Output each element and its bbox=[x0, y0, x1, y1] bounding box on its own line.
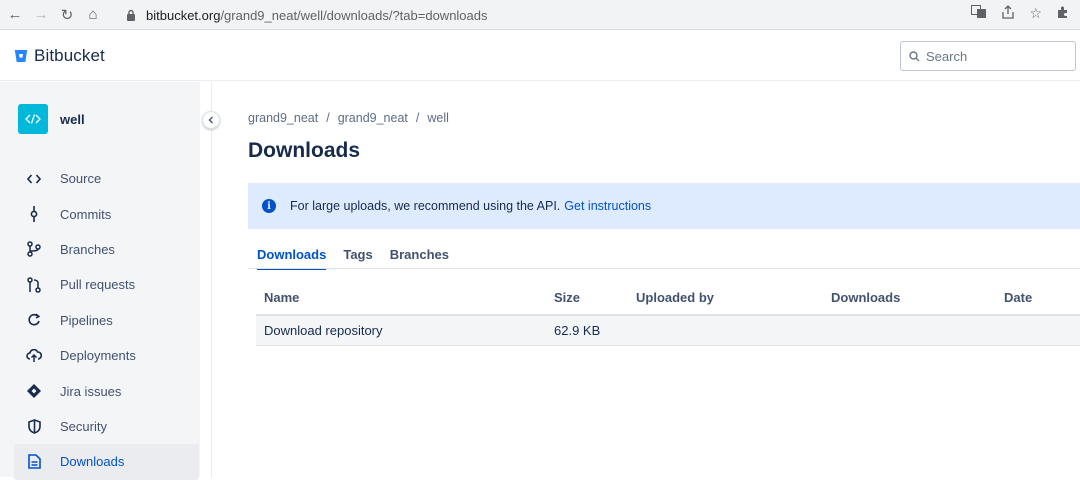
bitbucket-logo-icon bbox=[14, 49, 28, 62]
forward-icon[interactable]: → bbox=[30, 4, 52, 26]
downloads-icon bbox=[26, 454, 42, 470]
breadcrumb: grand9_neat / grand9_neat / well bbox=[248, 111, 449, 125]
deployments-icon bbox=[26, 348, 42, 364]
sidebar-item-label: Deployments bbox=[60, 348, 136, 364]
search-icon bbox=[909, 50, 920, 61]
sidebar-nav: Source Commits Branches Pull requests Pi… bbox=[14, 161, 199, 480]
downloads-table: Name Size Uploaded by Downloads Date Dow… bbox=[256, 280, 1080, 346]
commit-icon bbox=[26, 206, 42, 223]
sidebar-item-pipelines[interactable]: Pipelines bbox=[14, 303, 199, 338]
banner-text: For large uploads, we recommend using th… bbox=[290, 199, 561, 213]
sidebar-item-downloads[interactable]: Downloads bbox=[14, 444, 199, 480]
tab-tags[interactable]: Tags bbox=[343, 247, 372, 270]
sidebar-item-pull-requests[interactable]: Pull requests bbox=[14, 267, 199, 302]
back-icon[interactable]: ← bbox=[4, 4, 26, 26]
home-icon[interactable]: ⌂ bbox=[82, 4, 104, 26]
table-header: Name Size Uploaded by Downloads Date bbox=[256, 280, 1080, 316]
breadcrumb-separator: / bbox=[326, 111, 330, 125]
bitbucket-logo[interactable]: Bitbucket bbox=[14, 46, 105, 66]
breadcrumb-item[interactable]: grand9_neat bbox=[338, 111, 408, 125]
get-instructions-link[interactable]: Get instructions bbox=[564, 199, 651, 213]
bookmark-star-icon[interactable]: ☆ bbox=[1029, 5, 1042, 22]
table-row: Download repository 62.9 KB bbox=[256, 316, 1080, 346]
brand-name: Bitbucket bbox=[34, 45, 105, 65]
code-icon bbox=[25, 114, 41, 124]
collapse-sidebar-button[interactable] bbox=[202, 111, 220, 129]
info-icon: i bbox=[262, 199, 276, 213]
translate-icon[interactable] bbox=[971, 5, 987, 22]
sidebar-divider bbox=[211, 82, 212, 477]
breadcrumb-item[interactable]: grand9_neat bbox=[248, 111, 318, 125]
sidebar-item-deployments[interactable]: Deployments bbox=[14, 338, 199, 373]
sidebar-item-label: Jira issues bbox=[60, 383, 122, 399]
top-navigation: Bitbucket Search bbox=[0, 31, 1080, 81]
sidebar-item-branches[interactable]: Branches bbox=[14, 232, 199, 267]
extensions-icon[interactable] bbox=[1056, 5, 1070, 22]
info-banner: i For large uploads, we recommend using … bbox=[248, 183, 1080, 229]
jira-icon bbox=[26, 383, 42, 399]
file-size: 62.9 KB bbox=[554, 323, 601, 338]
sidebar-item-label: Downloads bbox=[60, 454, 125, 470]
shield-icon bbox=[26, 418, 42, 434]
column-header-name[interactable]: Name bbox=[264, 290, 299, 305]
reload-icon[interactable]: ↻ bbox=[56, 4, 78, 26]
breadcrumb-item[interactable]: well bbox=[427, 111, 449, 125]
column-header-date[interactable]: Date bbox=[1004, 290, 1032, 305]
search-input[interactable]: Search bbox=[900, 41, 1076, 71]
repo-name: well bbox=[60, 111, 85, 127]
browser-toolbar: ← → ↻ ⌂ bitbucket.org/grand9_neat/well/d… bbox=[0, 0, 1080, 30]
tabs-divider bbox=[248, 268, 1080, 269]
sidebar-item-label: Commits bbox=[60, 206, 112, 222]
tab-branches[interactable]: Branches bbox=[390, 247, 449, 270]
chevron-left-icon bbox=[208, 116, 213, 124]
share-icon[interactable] bbox=[1001, 5, 1015, 22]
search-placeholder: Search bbox=[926, 48, 968, 64]
url-host: bitbucket.org bbox=[146, 7, 221, 23]
sidebar-item-label: Branches bbox=[60, 241, 115, 257]
tab-downloads[interactable]: Downloads bbox=[257, 247, 327, 270]
column-header-uploaded-by[interactable]: Uploaded by bbox=[636, 290, 714, 305]
breadcrumb-separator: / bbox=[415, 111, 420, 125]
repo-avatar bbox=[18, 104, 48, 134]
pull-request-icon bbox=[26, 277, 42, 293]
url-path: /grand9_neat/well/downloads/?tab=downloa… bbox=[220, 7, 488, 23]
branch-icon bbox=[26, 241, 42, 258]
sidebar-item-label: Security bbox=[60, 418, 107, 434]
repo-header[interactable]: well bbox=[18, 104, 85, 134]
lock-icon bbox=[124, 8, 138, 22]
sidebar-item-source[interactable]: Source bbox=[14, 161, 199, 196]
pipelines-icon bbox=[26, 312, 42, 328]
column-header-downloads[interactable]: Downloads bbox=[831, 290, 900, 305]
sidebar-item-label: Pipelines bbox=[60, 312, 113, 328]
address-bar[interactable]: bitbucket.org/grand9_neat/well/downloads… bbox=[124, 3, 1069, 27]
download-repository-link[interactable]: Download repository bbox=[264, 323, 383, 338]
column-header-size[interactable]: Size bbox=[554, 290, 580, 305]
page-title: Downloads bbox=[248, 139, 361, 162]
tab-bar: Downloads Tags Branches bbox=[257, 247, 449, 270]
sidebar-item-jira-issues[interactable]: Jira issues bbox=[14, 373, 199, 408]
code-icon bbox=[26, 171, 42, 187]
sidebar-item-label: Pull requests bbox=[60, 277, 136, 293]
sidebar-item-security[interactable]: Security bbox=[14, 409, 199, 444]
sidebar-item-label: Source bbox=[60, 171, 102, 187]
sidebar-item-commits[interactable]: Commits bbox=[14, 196, 199, 231]
